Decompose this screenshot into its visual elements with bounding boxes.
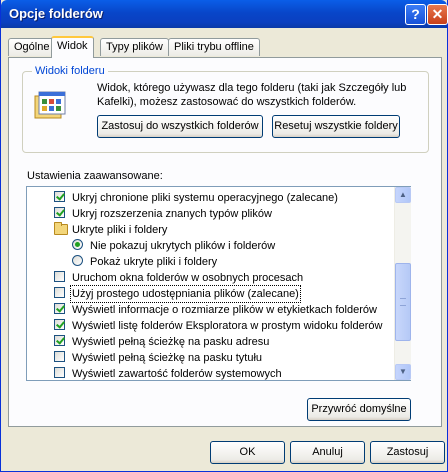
window-title: Opcje folderów [9, 6, 103, 21]
folder-options-dialog: Opcje folderów ? ✕ Ogólne Widok Typy pli… [0, 0, 448, 472]
setting-label: Użyj prostego udostępniania plików (zale… [70, 285, 301, 303]
setting-label: Ukryj rozszerzenia znanych typów plików [72, 208, 272, 220]
setting-label: Wyświetl listę folderów Eksploratora w p… [72, 320, 383, 332]
setting-checkbox[interactable] [54, 367, 65, 378]
setting-label: Nie pokazuj ukrytych plików i folderów [90, 240, 276, 252]
setting-label: Pokaż ukryte pliki i foldery [90, 256, 218, 268]
cancel-button[interactable]: Anuluj [290, 441, 365, 464]
close-button[interactable]: ✕ [427, 4, 448, 25]
tab-general[interactable]: Ogólne [8, 38, 56, 56]
help-button[interactable]: ? [405, 4, 426, 25]
setting-checkbox[interactable] [54, 191, 65, 202]
folder-icon [54, 222, 68, 235]
setting-label: Uruchom okna folderów w osobnych procesa… [72, 272, 304, 284]
advanced-settings-list[interactable]: Ukryj chronione pliki systemu operacyjne… [26, 186, 411, 381]
setting-radio[interactable] [72, 239, 83, 250]
setting-checkbox[interactable] [54, 351, 65, 362]
setting-checkbox[interactable] [54, 335, 65, 346]
tab-file-types[interactable]: Typy plików [100, 38, 169, 56]
setting-checkbox[interactable] [54, 207, 65, 218]
vertical-scrollbar[interactable]: ▲ ▼ [394, 187, 411, 380]
setting-label: Wyświetl zawartość folderów systemowych [72, 368, 282, 380]
folder-views-icon [34, 91, 66, 119]
restore-defaults-button[interactable]: Przywróć domyślne [307, 398, 411, 421]
setting-label: Ukryj chronione pliki systemu operacyjne… [72, 192, 338, 204]
reset-all-folders-button[interactable]: Resetuj wszystkie foldery [272, 115, 400, 138]
setting-checkbox[interactable] [54, 287, 65, 298]
scroll-thumb[interactable] [395, 263, 411, 341]
tab-offline-files[interactable]: Pliki trybu offline [168, 38, 260, 56]
apply-button[interactable]: Zastosuj [370, 441, 445, 464]
folder-views-legend: Widoki folderu [32, 65, 108, 77]
scroll-down-button[interactable]: ▼ [395, 364, 411, 380]
folder-views-description: Widok, którego używasz dla tego folderu … [97, 82, 407, 108]
setting-label: Ukryte pliki i foldery [72, 224, 168, 236]
tab-view[interactable]: Widok [51, 36, 94, 58]
setting-radio[interactable] [72, 255, 83, 266]
scroll-up-button[interactable]: ▲ [395, 187, 411, 203]
setting-label: Wyświetl informacje o rozmiarze plików w… [72, 304, 377, 316]
setting-checkbox[interactable] [54, 319, 65, 330]
setting-label: Wyświetl pełną ścieżkę na pasku tytułu [72, 352, 263, 364]
ok-button[interactable]: OK [210, 441, 285, 464]
setting-label: Wyświetl pełną ścieżkę na pasku adresu [72, 336, 270, 348]
apply-to-all-folders-button[interactable]: Zastosuj do wszystkich folderów [97, 115, 263, 138]
advanced-settings-label: Ustawienia zaawansowane: [27, 170, 163, 182]
setting-checkbox[interactable] [54, 303, 65, 314]
title-bar[interactable]: Opcje folderów ? ✕ [1, 0, 448, 28]
setting-checkbox[interactable] [54, 271, 65, 282]
